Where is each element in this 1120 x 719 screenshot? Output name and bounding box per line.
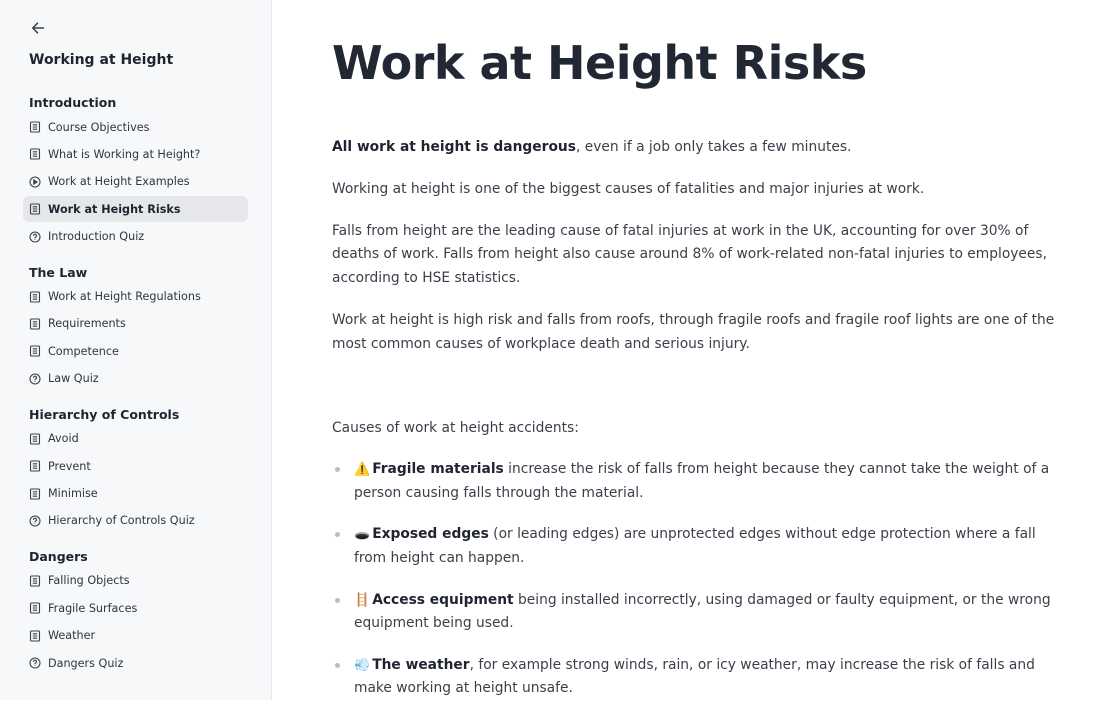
cause-emoji-icon: 💨 — [354, 657, 371, 673]
outline-section: Hierarchy of Controls Avoid Prevent Minimis… — [0, 406, 271, 534]
document-icon — [29, 575, 41, 587]
lesson-label: Work at Height Risks — [48, 202, 181, 216]
document-icon — [29, 121, 41, 133]
lesson-label: Fragile Surfaces — [48, 601, 138, 615]
quiz-icon — [29, 231, 41, 243]
cause-term: The weather — [372, 656, 470, 673]
cause-list-item: 🕳️ Exposed edges (or leading edges) are u… — [332, 523, 1062, 571]
cause-term: Access equipment — [372, 591, 514, 608]
paragraph: All work at height is dangerous, even if… — [332, 136, 1062, 160]
cause-list-item: ⚠️ Fragile materials increase the risk of… — [332, 458, 1062, 506]
document-icon — [29, 203, 41, 215]
sidebar-lesson-item[interactable]: Work at Height Risks — [23, 196, 248, 223]
outline-section: Introduction Course Objectives What is Wor… — [0, 94, 271, 250]
sidebar-lesson-item[interactable]: Law Quiz — [23, 366, 248, 392]
lesson-label: Dangers Quiz — [48, 656, 124, 670]
cause-emoji-icon: 🕳️ — [354, 527, 371, 543]
sidebar-lesson-item[interactable]: Prevent — [23, 453, 248, 479]
lesson-title: Work at Height Risks — [332, 36, 867, 90]
quiz-icon — [29, 657, 41, 669]
document-icon — [29, 148, 41, 160]
course-title: Working at Height — [29, 52, 174, 68]
lesson-label: Introduction Quiz — [48, 230, 145, 244]
document-icon — [29, 487, 41, 500]
sidebar-lesson-item[interactable]: Minimise — [23, 481, 248, 507]
lesson-label: Law Quiz — [48, 372, 99, 386]
section-title: Dangers — [29, 548, 88, 564]
paragraph-text: , even if a job only takes a few minutes… — [575, 139, 852, 155]
cause-emoji-icon: ⚠️ — [354, 462, 371, 478]
section-title: The Law — [29, 264, 88, 280]
causes-list: ⚠️ Fragile materials increase the risk of… — [332, 458, 1062, 701]
document-icon — [29, 460, 41, 472]
paragraph: Falls from height are the leading cause … — [332, 222, 1047, 287]
sidebar-lesson-item[interactable]: Work at Height Examples — [23, 169, 248, 195]
sidebar-lesson-item[interactable]: Competence — [23, 338, 248, 364]
document-icon — [29, 318, 41, 330]
sidebar-lesson-item[interactable]: What is Working at Height? — [23, 141, 248, 167]
lesson-label: What is Working at Height? — [48, 147, 201, 161]
lesson-label: Work at Height Examples — [48, 175, 190, 189]
lesson-label: Hierarchy of Controls Quiz — [48, 514, 195, 528]
sidebar-lesson-item[interactable]: Course Objectives — [23, 114, 248, 140]
outline-section: The Law Work at Height Regulations Require… — [0, 264, 271, 392]
document-icon — [29, 602, 41, 614]
lesson-label: Course Objectives — [48, 120, 150, 134]
paragraph-bold-lead: All work at height is dangerous — [332, 139, 576, 155]
cause-term: Fragile materials — [372, 461, 504, 478]
lesson-body: All work at height is dangerous, even if… — [332, 136, 1062, 719]
sidebar-lesson-item[interactable]: Hierarchy of Controls Quiz — [23, 508, 248, 534]
sidebar-lesson-item[interactable]: Dangers Quiz — [23, 650, 248, 676]
lesson-label: Prevent — [48, 459, 91, 473]
sidebar: Working at Height Introduction Course Obj… — [0, 0, 272, 700]
section-title: Introduction — [29, 95, 117, 110]
sidebar-lesson-item[interactable]: Introduction Quiz — [23, 224, 248, 250]
sidebar-lesson-item[interactable]: Requirements — [23, 311, 248, 337]
lesson-label: Requirements — [48, 317, 126, 331]
quiz-icon — [29, 373, 41, 385]
lesson-label: Minimise — [48, 487, 98, 501]
paragraph: Working at height is one of the biggest … — [332, 180, 925, 197]
sidebar-lesson-item[interactable]: Avoid — [23, 426, 248, 452]
lesson-label: Weather — [48, 629, 96, 643]
sidebar-lesson-item[interactable]: Falling Objects — [23, 568, 248, 594]
outline-section: Dangers Falling Objects Fragile Surfaces We… — [0, 548, 271, 676]
lesson-label: Work at Height Regulations — [48, 290, 201, 304]
lesson-label: Competence — [48, 344, 119, 358]
sidebar-lesson-item[interactable]: Fragile Surfaces — [23, 595, 248, 621]
paragraph: Work at height is high risk and falls fr… — [332, 311, 1055, 352]
cause-list-item: 💨 The weather, for example strong winds, … — [332, 654, 1062, 702]
cause-term: Exposed edges — [372, 526, 489, 543]
document-icon — [29, 345, 41, 357]
section-title: Hierarchy of Controls — [29, 406, 180, 422]
document-icon — [29, 291, 41, 303]
cause-list-item: 🪜 Access equipment being installed incorr… — [332, 589, 1062, 637]
lesson-label: Falling Objects — [48, 574, 130, 588]
course-outline: Introduction Course Objectives What is Wor… — [0, 94, 271, 690]
cause-emoji-icon: 🪜 — [354, 592, 371, 608]
lesson-label: Avoid — [48, 432, 79, 446]
document-icon — [29, 433, 41, 445]
document-icon — [29, 630, 41, 642]
play-icon — [29, 176, 41, 188]
back-arrow-icon[interactable] — [28, 18, 48, 38]
quiz-icon — [29, 515, 41, 527]
causes-intro: Causes of work at height accidents: — [332, 419, 579, 436]
sidebar-lesson-item[interactable]: Work at Height Regulations — [23, 284, 248, 310]
sidebar-lesson-item[interactable]: Weather — [23, 623, 248, 649]
